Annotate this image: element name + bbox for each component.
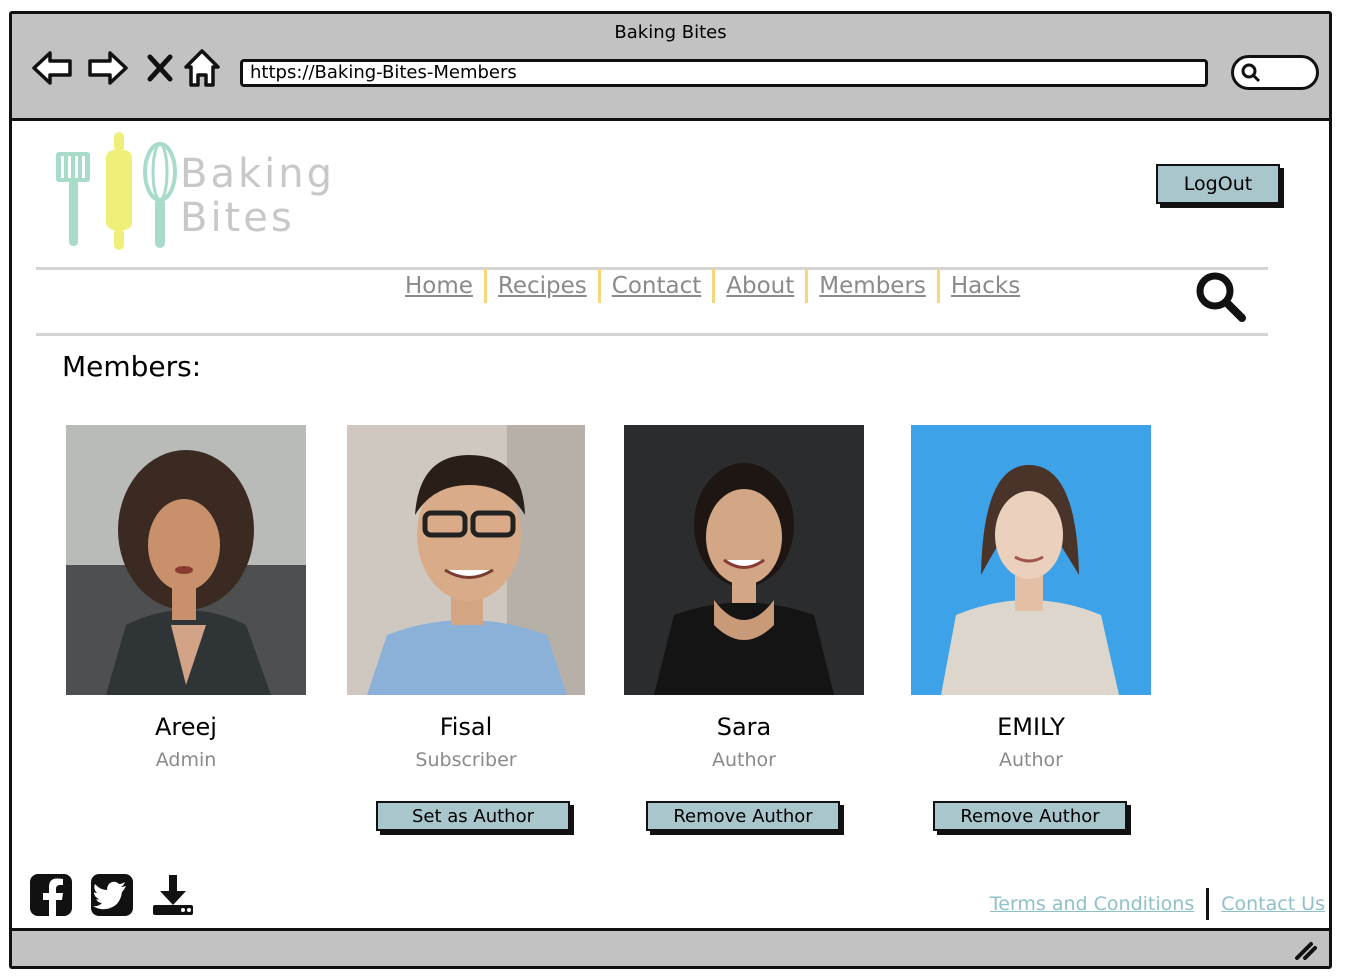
resize-grip-icon[interactable] <box>1293 940 1317 960</box>
member-name: Areej <box>155 713 217 741</box>
site-logo[interactable]: Baking Bites <box>48 122 348 252</box>
utensils-logo-icon <box>56 132 177 250</box>
member-role: Subscriber <box>415 749 517 771</box>
nav-item-home[interactable]: Home <box>394 273 484 299</box>
set-as-author-button[interactable]: Set as Author <box>376 801 570 831</box>
member-photo[interactable] <box>66 425 306 695</box>
back-button[interactable] <box>30 46 74 90</box>
remove-author-button[interactable]: Remove Author <box>646 801 840 831</box>
close-icon <box>147 54 173 82</box>
facebook-icon[interactable] <box>29 873 73 917</box>
nav-divider-bottom <box>36 333 1268 336</box>
page-title: Members: <box>62 350 202 383</box>
browser-toolbar: Baking Bites https://Baking-Bites-Member… <box>12 14 1329 121</box>
window-title: Baking Bites <box>614 22 727 43</box>
member-name: Fisal <box>439 713 493 741</box>
remove-author-button[interactable]: Remove Author <box>933 801 1127 831</box>
terms-link[interactable]: Terms and Conditions <box>990 893 1194 915</box>
logo-line-2: Bites <box>180 195 295 241</box>
member-photo[interactable] <box>911 425 1151 695</box>
arrow-left-icon <box>32 51 72 85</box>
footer-separator <box>1206 888 1210 920</box>
member-photo[interactable] <box>624 425 864 695</box>
address-bar[interactable]: https://Baking-Bites-Members <box>240 59 1208 87</box>
search-icon[interactable] <box>1192 268 1248 324</box>
status-bar <box>12 928 1329 966</box>
stop-button[interactable] <box>138 46 182 90</box>
member-name: EMILY <box>997 713 1065 741</box>
download-icon[interactable] <box>151 873 195 917</box>
main-nav: Home Recipes Contact About Members Hacks <box>394 266 1031 306</box>
home-button[interactable] <box>180 46 224 90</box>
member-photo[interactable] <box>347 425 585 695</box>
logout-button[interactable]: LogOut <box>1156 164 1280 204</box>
nav-item-members[interactable]: Members <box>808 273 937 299</box>
member-role: Admin <box>155 749 217 771</box>
arrow-right-icon <box>88 51 128 85</box>
browser-search-field[interactable] <box>1231 55 1319 90</box>
logo-text: Baking Bites <box>180 152 335 240</box>
member-role: Author <box>712 749 776 771</box>
nav-item-about[interactable]: About <box>715 273 805 299</box>
twitter-icon[interactable] <box>90 873 134 917</box>
nav-item-contact[interactable]: Contact <box>601 273 712 299</box>
nav-item-recipes[interactable]: Recipes <box>487 273 598 299</box>
forward-button[interactable] <box>86 46 130 90</box>
footer-links: Terms and Conditions Contact Us <box>990 888 1325 920</box>
logo-line-1: Baking <box>180 151 335 197</box>
member-name: Sara <box>716 713 772 741</box>
member-role: Author <box>999 749 1063 771</box>
search-icon <box>1241 63 1261 83</box>
nav-item-hacks[interactable]: Hacks <box>940 273 1031 299</box>
contact-us-link[interactable]: Contact Us <box>1221 893 1325 915</box>
home-icon <box>184 49 220 87</box>
